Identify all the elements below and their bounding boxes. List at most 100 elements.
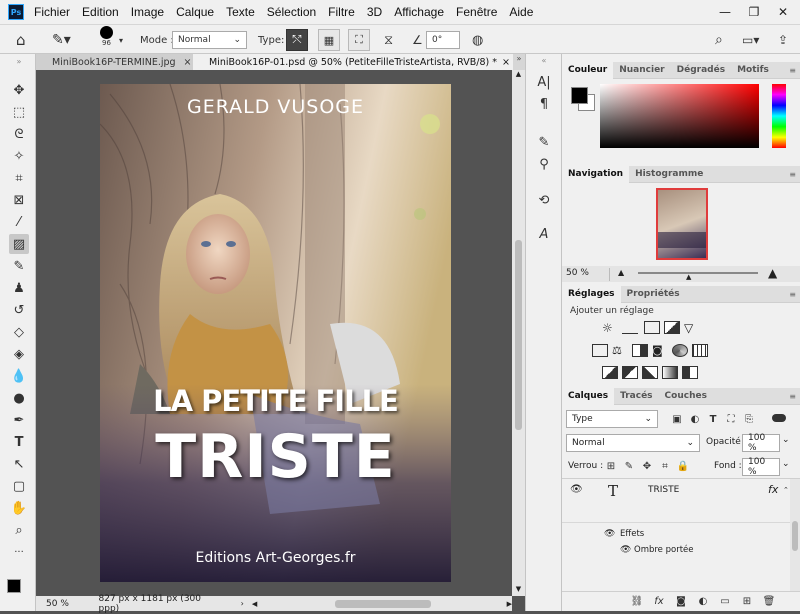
eraser-tool-icon[interactable]: ◇ [9,322,29,342]
hue-slider[interactable] [772,84,786,148]
tab-navigation[interactable]: Navigation [562,165,630,183]
scroll-right-icon[interactable]: ▶ [507,600,512,608]
healing-brush-tool-icon[interactable]: ▨ [9,234,29,254]
status-zoom[interactable]: 50 % [36,599,77,609]
character-panel-icon[interactable]: A| [534,72,554,92]
scroll-left-icon[interactable]: ◀ [252,600,257,608]
new-layer-icon[interactable]: ⊞ [740,594,754,608]
color-field[interactable] [600,84,759,148]
filter-type-icon[interactable]: T [706,412,720,426]
paint-bucket-tool-icon[interactable]: ◈ [9,344,29,364]
tab-nuancier[interactable]: Nuancier [613,62,670,79]
add-style-icon[interactable]: fx [652,594,666,608]
menu-fenetre[interactable]: Fenêtre [450,5,503,19]
blend-mode-select[interactable]: Normal ⌄ [566,434,700,452]
close-icon[interactable]: × [184,57,192,68]
mode-select[interactable]: Normal ⌄ [172,31,247,49]
filter-adjustment-icon[interactable]: ◐ [688,412,702,426]
scrollbar-thumb[interactable] [515,240,522,430]
delete-layer-icon[interactable]: 🗑 [762,594,776,608]
menu-affichage[interactable]: Affichage [388,5,450,19]
collapse-icon[interactable]: « [528,56,560,66]
color-lookup-adjustment-icon[interactable] [692,344,708,357]
close-icon[interactable]: × [502,57,510,68]
tab-calques[interactable]: Calques [562,387,615,405]
invert-adjustment-icon[interactable] [602,366,618,379]
more-tools-icon[interactable]: ··· [9,542,29,562]
scroll-up-icon[interactable]: ▲ [512,70,525,81]
navigator-zoom-value[interactable]: 50 % [566,268,610,281]
menu-texte[interactable]: Texte [220,5,261,19]
new-group-icon[interactable]: ▭ [718,594,732,608]
lock-transparent-icon[interactable]: ⊞ [604,459,618,473]
tab-motifs[interactable]: Motifs [731,62,775,79]
glyphs-panel-icon[interactable]: A [534,224,554,244]
frame-tool-icon[interactable]: ⊠ [9,190,29,210]
magic-wand-tool-icon[interactable]: ✧ [9,146,29,166]
panel-menu-icon[interactable]: ≡ [789,170,796,179]
vertical-scrollbar[interactable]: ▲ ▼ [512,70,525,596]
horizontal-scrollbar-thumb[interactable] [335,599,431,608]
chevron-down-icon[interactable]: ⌄ [782,459,790,469]
black-white-adjustment-icon[interactable] [632,344,648,357]
brush-size-picker[interactable]: 96 [100,26,113,54]
close-icon[interactable]: ✕ [770,0,796,24]
tab-histogramme[interactable]: Histogramme [629,166,709,183]
shape-tool-icon[interactable]: ▢ [9,476,29,496]
lock-artboard-icon[interactable]: ⌗ [658,459,672,473]
path-selection-tool-icon[interactable]: ↖ [9,454,29,474]
create-texture-button[interactable]: ▦ [318,29,340,51]
fill-input[interactable]: 100 % [742,457,780,477]
layers-scrollbar[interactable] [790,479,800,595]
panel-menu-icon[interactable]: ≡ [789,66,796,75]
curves-adjustment-icon[interactable] [644,321,660,334]
tool-presets-icon[interactable]: ⚲ [534,154,554,174]
panel-menu-icon[interactable]: ≡ [789,290,796,299]
tab-couches[interactable]: Couches [659,388,713,405]
menu-selection[interactable]: Sélection [261,5,322,19]
panel-menu-icon[interactable]: ≡ [789,392,796,401]
levels-adjustment-icon[interactable] [622,321,638,334]
search-icon[interactable]: ⌕ [715,30,723,50]
threshold-adjustment-icon[interactable] [642,366,658,379]
type-tool-icon[interactable]: T [9,432,29,452]
minimize-icon[interactable]: — [712,0,738,24]
drop-shadow-effect[interactable]: Ombre portée [634,545,694,555]
brush-settings-icon[interactable]: ✎ [534,132,554,152]
workspace-icon[interactable]: ▭▾ [742,30,759,50]
color-balance-adjustment-icon[interactable]: ⚖ [612,344,628,357]
tab-traces[interactable]: Tracés [614,388,658,405]
menu-edition[interactable]: Edition [76,5,125,19]
proximity-match-button[interactable]: ⛶ [348,29,370,51]
pen-tool-icon[interactable]: ✒ [9,410,29,430]
zoom-tool-icon[interactable]: ⌕ [9,520,29,540]
history-panel-icon[interactable]: ⟲ [534,190,554,210]
vibrance-adjustment-icon[interactable]: ▽ [684,321,700,335]
navigator-zoom-slider[interactable] [638,272,758,274]
menu-calque[interactable]: Calque [170,5,220,19]
menu-fichier[interactable]: Fichier [28,5,76,19]
layer-filter-select[interactable]: Type ⌄ [566,410,658,428]
zoom-slider-handle[interactable]: ▲ [686,273,691,281]
foreground-color-swatch[interactable] [7,579,21,593]
selective-color-adjustment-icon[interactable] [682,366,698,379]
filter-pixel-icon[interactable]: ▣ [670,412,684,426]
navigator-thumbnail[interactable] [656,188,708,260]
chevron-down-icon[interactable]: ⌄ [782,435,790,445]
visibility-eye-icon[interactable]: 👁 [620,545,631,555]
channel-mixer-adjustment-icon[interactable] [672,344,688,357]
gradient-map-adjustment-icon[interactable] [662,366,678,379]
photo-filter-adjustment-icon[interactable]: ◙ [652,344,668,357]
tab-couleur[interactable]: Couleur [562,61,614,79]
status-arrow-icon[interactable]: › [241,599,244,608]
healing-brush-preset-icon[interactable]: ✎▾ [52,30,71,50]
hue-saturation-adjustment-icon[interactable] [592,344,608,357]
expand-effects-icon[interactable]: ⌃ [783,486,789,494]
brush-tool-icon[interactable]: ✎ [9,256,29,276]
zoom-in-icon[interactable]: ▲ [768,266,777,280]
lasso-tool-icon[interactable]: ᘓ [9,124,29,144]
foreground-color-swatch[interactable] [571,87,588,104]
tab-minibook-termine[interactable]: MiniBook16P-TERMINE.jpg × [36,54,193,70]
fx-badge[interactable]: fx [768,483,778,496]
exposure-adjustment-icon[interactable] [664,321,680,334]
